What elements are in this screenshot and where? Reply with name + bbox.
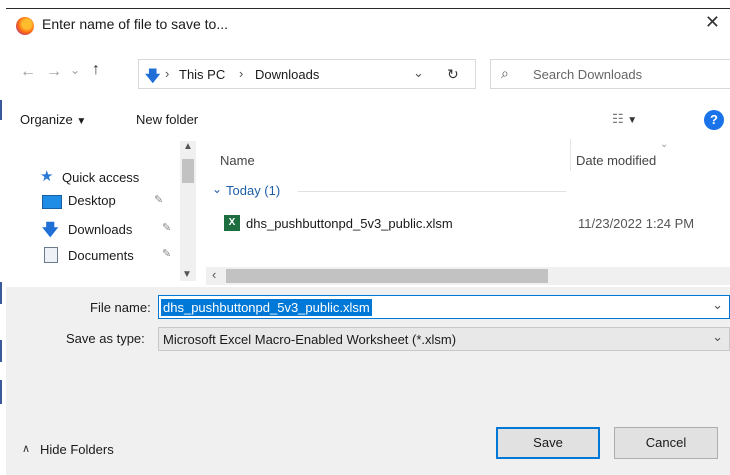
refresh-icon[interactable]: ↻: [447, 66, 459, 83]
hide-folders-button[interactable]: Hide Folders: [40, 442, 114, 457]
pin-icon: ✎: [162, 248, 172, 260]
background-edge: [0, 100, 2, 120]
chevron-up-icon[interactable]: ∧: [22, 442, 30, 455]
search-input[interactable]: Search Downloads: [533, 67, 642, 82]
organize-label: Organize: [20, 112, 73, 127]
downloads-icon: 🡇: [42, 222, 59, 239]
sidebar-scrollbar[interactable]: ▲: [180, 141, 196, 281]
excel-file-icon: X: [224, 215, 240, 231]
organize-menu[interactable]: Organize ▼: [20, 112, 86, 127]
file-date: 11/23/2022 1:24 PM: [578, 216, 695, 231]
background-edge: [0, 282, 2, 304]
background-edge: [0, 380, 2, 404]
file-list: Name Date modified ⌄ ⌄ Today (1) X dhs_p…: [204, 139, 730, 287]
filename-input-value[interactable]: dhs_pushbuttonpd_5v3_public.xlsm: [161, 299, 372, 316]
scroll-up-icon[interactable]: ▲: [183, 141, 193, 152]
scroll-down-icon[interactable]: ▼: [182, 269, 192, 280]
scroll-left-icon[interactable]: ‹: [212, 267, 216, 282]
documents-icon: [44, 247, 58, 263]
group-collapse-icon[interactable]: ⌄: [212, 182, 222, 196]
sidebar-item-desktop[interactable]: Desktop: [68, 193, 116, 208]
group-divider: [298, 191, 566, 192]
caret-down-icon: ▼: [76, 116, 87, 127]
group-header-today[interactable]: Today (1): [226, 183, 280, 198]
file-name: dhs_pushbuttonpd_5v3_public.xlsm: [246, 216, 453, 231]
view-options-icon[interactable]: ☷ ▼: [612, 111, 637, 127]
pin-icon: ✎: [162, 222, 172, 234]
toolbar: Organize ▼ New folder ☷ ▼ ?: [6, 105, 730, 135]
title-bar: Enter name of file to save to... ✕: [6, 9, 730, 41]
chevron-down-icon[interactable]: ⌄: [712, 329, 723, 345]
back-arrow-icon[interactable]: ←: [20, 63, 36, 81]
star-icon: ★: [40, 168, 54, 185]
breadcrumb-downloads[interactable]: Downloads: [255, 67, 319, 82]
firefox-icon: [16, 17, 34, 35]
downloads-folder-icon: 🡇: [145, 68, 161, 85]
forward-arrow-icon[interactable]: →: [46, 63, 62, 81]
close-icon[interactable]: ✕: [705, 12, 720, 33]
column-divider: [570, 139, 571, 171]
navigation-pane: ★ Quick access Desktop ✎ 🡇 Downloads ✎ D…: [6, 139, 202, 287]
chevron-down-icon[interactable]: ⌄: [413, 65, 424, 81]
chevron-right-icon: ›: [165, 66, 170, 81]
sort-chevron-icon: ⌄: [660, 139, 669, 150]
save-button[interactable]: Save: [496, 427, 600, 459]
recent-locations-chevron-icon[interactable]: ⌄: [70, 63, 80, 77]
dialog-title: Enter name of file to save to...: [42, 16, 228, 32]
new-folder-button[interactable]: New folder: [136, 112, 198, 127]
search-box[interactable]: ⌕ Search Downloads: [490, 59, 730, 89]
column-header-name[interactable]: Name: [220, 153, 255, 168]
filename-field[interactable]: dhs_pushbuttonpd_5v3_public.xlsm ⌄: [158, 295, 730, 319]
savetype-value: Microsoft Excel Macro-Enabled Worksheet …: [163, 332, 457, 347]
scrollbar-thumb[interactable]: [182, 159, 194, 183]
search-icon: ⌕: [501, 65, 509, 81]
chevron-down-icon[interactable]: ⌄: [712, 297, 723, 313]
sidebar-item-quick-access[interactable]: Quick access: [62, 170, 139, 185]
savetype-select[interactable]: Microsoft Excel Macro-Enabled Worksheet …: [158, 327, 730, 351]
breadcrumb-this-pc[interactable]: This PC: [179, 67, 225, 82]
pin-icon: ✎: [154, 194, 164, 206]
cancel-button[interactable]: Cancel: [614, 427, 718, 459]
savetype-label: Save as type:: [66, 331, 145, 346]
sidebar-item-documents[interactable]: Documents: [68, 248, 134, 263]
column-header-date[interactable]: Date modified: [576, 153, 656, 168]
sidebar-item-downloads[interactable]: Downloads: [68, 222, 132, 237]
address-bar[interactable]: 🡇 › This PC › Downloads ⌄ ↻: [138, 59, 476, 89]
help-icon[interactable]: ?: [704, 110, 724, 130]
up-arrow-icon[interactable]: ↑: [92, 61, 100, 79]
save-dialog: Enter name of file to save to... ✕ ← → ⌄…: [6, 8, 730, 475]
chevron-right-icon: ›: [239, 66, 244, 81]
save-form-panel: File name: dhs_pushbuttonpd_5v3_public.x…: [6, 287, 730, 475]
table-row[interactable]: X dhs_pushbuttonpd_5v3_public.xlsm 11/23…: [224, 213, 730, 235]
horizontal-scrollbar-thumb[interactable]: [226, 269, 548, 283]
desktop-icon: [42, 195, 62, 209]
background-edge: [0, 340, 2, 362]
filename-label: File name:: [90, 300, 151, 315]
